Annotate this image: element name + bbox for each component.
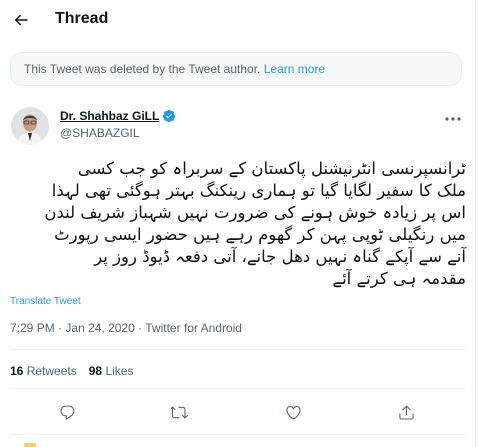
column-border [475, 0, 476, 447]
deleted-notice-text: This Tweet was deleted by the Tweet auth… [24, 62, 261, 76]
tweet-stats: 16 Retweets 98 Likes [10, 364, 133, 378]
tweet-time[interactable]: 7:29 PM [10, 321, 55, 335]
tweet-timestamp: 7:29 PM · Jan 24, 2020 · Twitter for And… [10, 321, 242, 335]
back-arrow-icon [15, 14, 28, 26]
tweet-line: آنے سے آپکے گناہ نہیں دھل جانے، آتی دفعہ… [94, 247, 466, 266]
tweet-line: ٹرانسپرنسی انٹرنیشنل پاکستان کے سربراہ ک… [77, 159, 466, 178]
more-icon [445, 117, 461, 121]
tweet-source[interactable]: Twitter for Android [145, 321, 242, 335]
tweet-date[interactable]: Jan 24, 2020 [65, 321, 134, 335]
retweets-count: 16 [10, 364, 24, 378]
divider [10, 434, 466, 435]
learn-more-link[interactable]: Learn more [264, 62, 325, 76]
tweet-line: ملک کا سفیر لگایا گیا تو ہماری رینکنگ بہ… [51, 181, 466, 200]
thread-header: Thread [0, 0, 476, 40]
tweet-actions [0, 402, 476, 422]
retweet-button[interactable] [169, 402, 189, 422]
avatar-image [11, 107, 49, 145]
partial-element [24, 443, 36, 447]
retweets-stat[interactable]: 16 Retweets [10, 364, 77, 378]
tweet-line: مقدمہ ہی کرتے آئے [332, 269, 466, 288]
back-button[interactable] [10, 9, 32, 31]
author-name[interactable]: Dr. Shahbaz GiLL [60, 109, 159, 123]
tweet-line: میں رنگیلی ٹوپی پہن کر گھوم رہے ہیں حضور… [54, 225, 466, 244]
page-title: Thread [55, 10, 109, 27]
reply-icon [59, 405, 74, 420]
translate-tweet-link[interactable]: Translate Tweet [10, 296, 81, 307]
retweets-label: Retweets [26, 364, 77, 378]
author-handle[interactable]: @SHABAZGIL [60, 126, 140, 140]
like-button[interactable] [283, 402, 303, 422]
share-button[interactable] [396, 402, 416, 422]
likes-stat[interactable]: 98 Likes [89, 364, 134, 378]
reply-button[interactable] [57, 402, 77, 422]
likes-label: Likes [105, 364, 134, 378]
tweet-line: اس پر زیادہ خوش ہونے کی ضرورت نہیں شہباز… [44, 203, 466, 222]
share-icon [398, 405, 414, 420]
retweet-icon [170, 406, 188, 418]
verified-badge-icon [163, 109, 176, 123]
more-options-button[interactable] [443, 112, 463, 126]
divider [10, 388, 466, 389]
like-icon [285, 405, 301, 419]
divider [10, 349, 466, 350]
deleted-tweet-notice: This Tweet was deleted by the Tweet auth… [10, 52, 462, 86]
author-name-row: Dr. Shahbaz GiLL [60, 109, 176, 123]
likes-count: 98 [88, 364, 103, 378]
separator-dot: · [138, 321, 143, 335]
tweet-text: ٹرانسپرنسی انٹرنیشنل پاکستان کے سربراہ ک… [10, 158, 466, 290]
separator-dot: · [58, 321, 63, 335]
avatar[interactable] [11, 107, 49, 145]
